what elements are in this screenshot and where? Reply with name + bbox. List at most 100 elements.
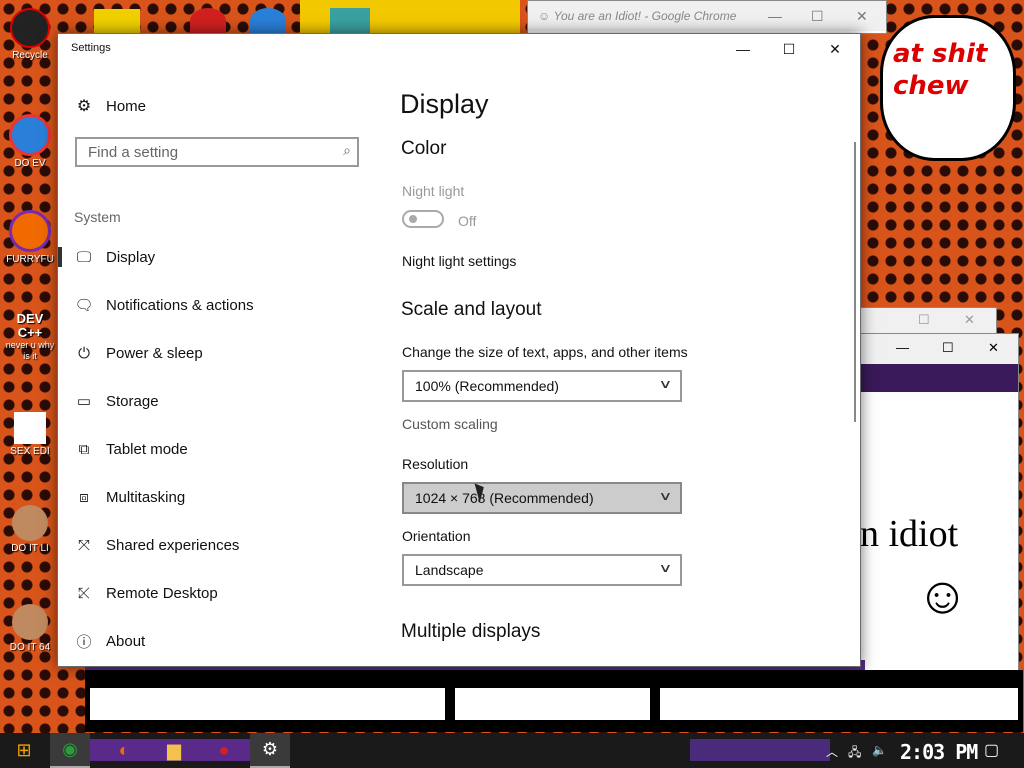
nav-item-about[interactable]: ⓘ About [58, 621, 376, 661]
close-icon[interactable]: ✕ [988, 340, 999, 356]
settings-window[interactable]: Settings — ☐ ✕ ⚙ Home ⌕ System 🖵 Display… [57, 33, 861, 667]
close-button[interactable]: ✕ [812, 34, 858, 64]
maximize-button[interactable]: ☐ [766, 34, 812, 64]
taskbar-file-explorer-button[interactable]: ▆ [154, 733, 194, 768]
chrome-titlebar[interactable]: ☺ You are an Idiot! - Google Chrome — ☐ … [528, 1, 886, 31]
nav-item-label: Notifications & actions [106, 296, 254, 314]
popup-titlebar[interactable]: — ☐ ✕ [860, 334, 1018, 364]
night-light-label: Night light [402, 183, 465, 199]
section-heading-color: Color [401, 138, 447, 159]
nav-item-label: Power & sleep [106, 344, 203, 362]
background-window-pane [455, 688, 650, 720]
nav-item-notifications[interactable]: 🗨 Notifications & actions [58, 285, 376, 325]
search-input[interactable] [86, 139, 330, 165]
tray-overflow-icon[interactable]: ︿ [826, 743, 838, 760]
tablet-icon: ⧉ [78, 440, 90, 458]
night-light-settings-link[interactable]: Night light settings [402, 253, 516, 269]
desktop-icon-furryfu[interactable]: FURRYFU [4, 210, 56, 265]
nav-item-remote-desktop[interactable]: ⤪ Remote Desktop [58, 573, 376, 613]
taskbar-firefox-button[interactable]: ◐ [104, 733, 144, 768]
maximize-icon[interactable]: ☐ [918, 312, 930, 328]
idiot-popup-window[interactable]: — ☐ ✕ n idiot ☺ [859, 333, 1019, 690]
taskbar-clock[interactable]: 2:03 PM [900, 740, 978, 764]
desktop-icon-do-ev[interactable]: DO EV [4, 114, 56, 169]
orientation-dropdown[interactable]: Landscape ∨ [402, 554, 682, 586]
resolution-dropdown[interactable]: 1024 × 768 (Recommended) ∨ [402, 482, 682, 514]
about-icon: ⓘ [76, 633, 92, 651]
taskbar-chrome-button[interactable]: ◉ [50, 733, 90, 768]
toggle-knob [409, 215, 417, 223]
action-center-icon[interactable]: ▢ [984, 740, 999, 760]
search-box[interactable]: ⌕ [75, 137, 359, 167]
network-icon[interactable]: 🖧 [848, 743, 861, 764]
nav-item-display[interactable]: 🖵 Display [58, 237, 376, 277]
minimize-icon[interactable]: — [896, 340, 909, 355]
orientation-label: Orientation [402, 528, 471, 544]
custom-scaling-link[interactable]: Custom scaling [402, 416, 498, 432]
background-window-bar[interactable]: ☐ ✕ [855, 307, 997, 335]
background-window-pane [660, 688, 1018, 720]
nav-item-shared-experiences[interactable]: ⤧ Shared experiences [58, 525, 376, 565]
chevron-down-icon: ∨ [658, 377, 673, 391]
app-shortcut-icon[interactable] [94, 9, 140, 35]
close-icon[interactable]: ✕ [856, 1, 868, 31]
app-shortcut-icon[interactable] [250, 8, 286, 34]
orientation-value: Landscape [415, 562, 484, 578]
nav-item-label: Remote Desktop [106, 584, 218, 602]
scale-value: 100% (Recommended) [415, 378, 559, 394]
maximize-icon[interactable]: ☐ [942, 340, 954, 356]
settings-nav: ⚙ Home ⌕ System 🖵 Display 🗨 Notification… [58, 64, 378, 664]
gear-icon: ⚙ [76, 98, 92, 115]
taskbar: ⊞ ◉ ◐ ▆ ● ⚙ ︿ 🖧 🔈 2:03 PM ▢ [0, 733, 1024, 768]
night-light-toggle[interactable] [402, 210, 444, 228]
idiot-text: n idiot [860, 513, 959, 555]
remote-desktop-icon: ⤪ [77, 584, 90, 602]
volume-icon[interactable]: 🔈 [872, 743, 887, 757]
settings-titlebar[interactable]: Settings — ☐ ✕ [58, 34, 860, 64]
nav-item-power-sleep[interactable]: ⏻ Power & sleep [58, 333, 376, 373]
desktop-icon-recycle[interactable]: Recycle [4, 8, 56, 61]
close-icon[interactable]: ✕ [964, 312, 975, 328]
start-button[interactable]: ⊞ [4, 733, 44, 768]
publisher-shortcut-icon[interactable] [330, 8, 370, 34]
nav-item-label: Tablet mode [106, 440, 188, 458]
maximize-icon[interactable]: ☐ [811, 1, 824, 31]
smiley-face-icon: ☺ [916, 567, 970, 625]
active-indicator [58, 247, 62, 267]
nav-home[interactable]: ⚙ Home [74, 95, 146, 117]
smiley-favicon-icon: ☺ [538, 9, 551, 23]
taskbar-settings-button[interactable]: ⚙ [250, 733, 290, 768]
background-window-pane [90, 688, 445, 720]
chrome-window[interactable]: ☺ You are an Idiot! - Google Chrome — ☐ … [527, 0, 887, 34]
chevron-down-icon: ∨ [658, 561, 673, 575]
desktop-icon-do-it-64[interactable]: DO IT 64 [4, 604, 56, 653]
firefox-shortcut-icon [9, 210, 51, 252]
shared-experiences-icon: ⤧ [77, 536, 90, 554]
minimize-button[interactable]: — [720, 34, 766, 64]
app-shortcut-icon[interactable] [190, 8, 226, 34]
scale-dropdown[interactable]: 100% (Recommended) ∨ [402, 370, 682, 402]
nav-item-storage[interactable]: ▭ Storage [58, 381, 376, 421]
desktop-icon-label: SEX EDI [10, 446, 50, 457]
minimize-icon[interactable]: — [768, 1, 782, 31]
chrome-window-title: You are an Idiot! - Google Chrome [553, 9, 737, 23]
desktop-icon-label: FURRYFU [6, 254, 54, 265]
night-light-state: Off [458, 213, 477, 229]
desktop-icon-label: DO IT LI [11, 543, 49, 554]
content-scrollbar[interactable] [854, 142, 856, 422]
search-icon[interactable]: ⌕ [343, 142, 351, 159]
storage-icon: ▭ [76, 393, 92, 410]
nav-item-tablet-mode[interactable]: ⧉ Tablet mode [58, 429, 376, 469]
nav-item-label: Display [106, 248, 156, 266]
taskbar-app-button[interactable]: ● [204, 733, 244, 768]
nav-item-multitasking[interactable]: ⧈ Multitasking [58, 477, 376, 517]
section-heading-scale: Scale and layout [401, 299, 542, 320]
desktop-icon-devcpp[interactable]: DEV C++ never u why is it [4, 312, 56, 362]
power-icon: ⏻ [78, 344, 90, 362]
scale-label: Change the size of text, apps, and other… [402, 344, 688, 360]
desktop-icon-label: DO IT 64 [9, 642, 51, 653]
desktop-icon-do-it-li[interactable]: DO IT LI [4, 505, 56, 554]
desktop-icon-label: DO EV [14, 158, 46, 169]
desktop-icon-sex-edi[interactable]: SEX EDI [4, 412, 56, 457]
nav-item-label: Storage [106, 392, 159, 410]
